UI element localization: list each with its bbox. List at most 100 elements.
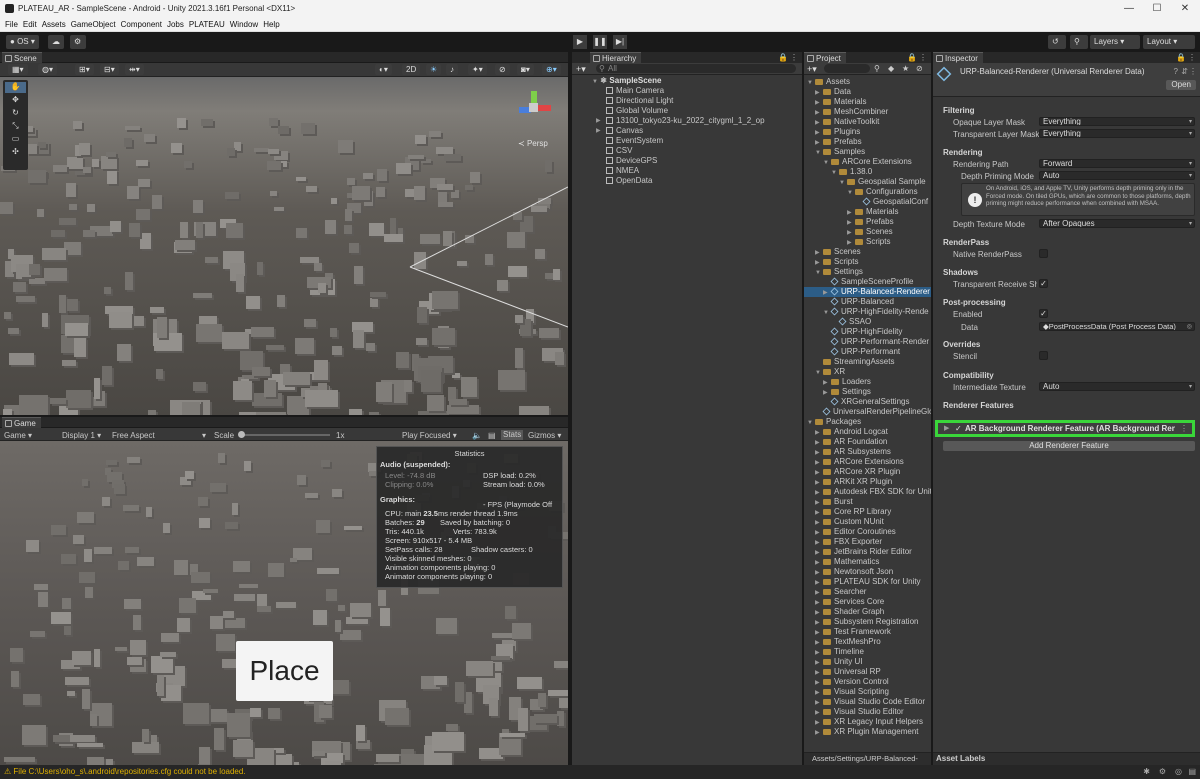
hierarchy-item[interactable]: ▶ Canvas — [596, 126, 643, 136]
help-icon[interactable]: ? — [1174, 67, 1178, 76]
hierarchy-item[interactable]: Main Camera — [606, 86, 664, 96]
project-item[interactable]: ▶ Materials — [804, 97, 931, 107]
rect-tool-icon[interactable]: ▭ — [5, 134, 26, 145]
lighting-icon[interactable]: ☀ — [426, 64, 442, 75]
cache-icon[interactable]: ⚙ — [1159, 765, 1166, 779]
toggle-icon[interactable]: ▤ — [488, 431, 496, 440]
transparent-mask-dropdown[interactable]: Everything ▾ — [1039, 129, 1195, 138]
hierarchy-item[interactable]: DeviceGPS — [606, 156, 657, 166]
project-item[interactable]: ▶ MeshCombiner — [804, 107, 931, 117]
hierarchy-item[interactable]: Global Volume — [606, 106, 668, 116]
lock-icon[interactable]: 🔒 — [907, 53, 917, 62]
effects-icon[interactable]: ✦▾ — [468, 64, 487, 75]
depth-texture-dropdown[interactable]: After Opaques ▾ — [1039, 219, 1195, 228]
bug-icon[interactable]: ✱ — [1143, 765, 1150, 779]
project-item[interactable]: ▶ JetBrains Rider Editor — [804, 547, 931, 557]
project-item[interactable]: ▶ Scripts — [804, 237, 931, 247]
project-item[interactable]: URP-Balanced — [804, 297, 931, 307]
hierarchy-item[interactable]: EventSystem — [606, 136, 663, 146]
filtering-header[interactable]: Filtering — [943, 106, 975, 115]
renderpass-header[interactable]: RenderPass — [943, 238, 989, 247]
hidden-packages-icon[interactable]: ⊘ — [916, 64, 923, 73]
context-menu-icon[interactable]: ⋮ — [1189, 67, 1197, 76]
project-item[interactable]: SampleSceneProfile — [804, 277, 931, 287]
project-item[interactable]: ▶ Subsystem Registration — [804, 617, 931, 627]
project-item[interactable]: ▶ PLATEAU SDK for Unity — [804, 577, 931, 587]
opaque-mask-dropdown[interactable]: Everything ▾ — [1039, 117, 1195, 126]
menu-plateau[interactable]: PLATEAU — [189, 18, 225, 32]
open-button[interactable]: Open — [1166, 80, 1196, 90]
project-search-input[interactable] — [824, 64, 870, 73]
project-item[interactable]: ▼ Configurations — [804, 187, 931, 197]
hierarchy-item[interactable]: ▶ 13100_tokyo23-ku_2022_citygml_1_2_op — [596, 116, 765, 126]
project-item[interactable]: ▶ Loaders — [804, 377, 931, 387]
audio-icon[interactable]: ♪ — [446, 64, 458, 75]
menu-help[interactable]: Help — [263, 18, 279, 32]
gizmos-dropdown[interactable]: Gizmos ▾ — [528, 431, 561, 440]
history-icon[interactable]: ↺ — [1048, 35, 1066, 49]
create-button[interactable]: +▾ — [576, 64, 586, 75]
project-item[interactable]: ▶ Searcher — [804, 587, 931, 597]
layout-dropdown[interactable]: Layout ▾ — [1143, 35, 1195, 49]
project-item[interactable]: ▶ Version Control — [804, 677, 931, 687]
project-item[interactable]: XRGeneralSettings — [804, 397, 931, 407]
project-item[interactable]: ▶ Autodesk FBX SDK for Unity — [804, 487, 931, 497]
project-item[interactable]: ▶ Custom NUnit — [804, 517, 931, 527]
project-item[interactable]: ▶ ARKit XR Plugin — [804, 477, 931, 487]
project-item[interactable]: SSAO — [804, 317, 931, 327]
project-item[interactable]: URP-Performant-Render — [804, 337, 931, 347]
game-view[interactable]: Statistics Audio (suspended): Level: -74… — [0, 441, 568, 765]
step-button[interactable]: ▶| — [613, 35, 627, 49]
menu-jobs[interactable]: Jobs — [167, 18, 184, 32]
rendering-path-dropdown[interactable]: Forward ▾ — [1039, 159, 1195, 168]
scale-tool-icon[interactable]: ⤡ — [5, 121, 26, 132]
project-item[interactable]: ▶ AR Subsystems — [804, 447, 931, 457]
menu-assets[interactable]: Assets — [42, 18, 66, 32]
filter-icon[interactable]: ◆ — [888, 64, 894, 73]
project-item[interactable]: ▶ Unity UI — [804, 657, 931, 667]
project-item[interactable]: ▶ Newtonsoft Json — [804, 567, 931, 577]
project-item[interactable]: ▶ Universal RP — [804, 667, 931, 677]
menu-file[interactable]: File — [5, 18, 18, 32]
lock-icon[interactable]: 🔒 — [1176, 53, 1186, 62]
gizmos-icon[interactable]: ⊕▾ — [542, 64, 561, 75]
create-asset-button[interactable]: +▾ — [807, 64, 817, 75]
native-renderpass-checkbox[interactable] — [1039, 249, 1048, 258]
hierarchy-item[interactable]: Directional Light — [606, 96, 673, 106]
mute-audio-icon[interactable]: 🔈 — [472, 431, 482, 440]
project-item[interactable]: ▶ Settings — [804, 387, 931, 397]
layers-dropdown[interactable]: Layers ▾ — [1090, 35, 1140, 49]
game-mode-dropdown[interactable]: Game ▾ — [4, 431, 32, 440]
stencil-checkbox[interactable] — [1039, 351, 1048, 360]
menu-component[interactable]: Component — [121, 18, 162, 32]
lock-icon[interactable]: 🔒 — [778, 53, 788, 62]
move-tool-icon[interactable]: ✥ — [5, 95, 26, 106]
project-item[interactable]: ▶ Services Core — [804, 597, 931, 607]
project-item[interactable]: ▼ 1.38.0 — [804, 167, 931, 177]
aspect-dropdown[interactable]: Free Aspect ▾ — [112, 431, 208, 440]
project-item[interactable]: ▶ Test Framework — [804, 627, 931, 637]
project-item[interactable]: ▶ Scenes — [804, 227, 931, 237]
project-item[interactable]: ▶ Prefabs — [804, 137, 931, 147]
project-item[interactable]: ▼ Assets — [804, 77, 931, 87]
project-item[interactable]: ▶ Mathematics — [804, 557, 931, 567]
play-button[interactable]: ▶ — [573, 35, 587, 49]
rotate-tool-icon[interactable]: ↻ — [5, 108, 26, 119]
shading-icon[interactable]: ◍▾ — [38, 64, 57, 75]
project-item[interactable]: ▶ ARCore XR Plugin — [804, 467, 931, 477]
render-mode-icon[interactable]: ◐▾ — [375, 64, 392, 75]
project-item[interactable]: ▼ Settings — [804, 267, 931, 277]
project-item[interactable]: ▶ Visual Scripting — [804, 687, 931, 697]
project-item[interactable]: ▶ Visual Studio Editor — [804, 707, 931, 717]
collab-icon[interactable]: ⚙ — [70, 35, 86, 49]
search-by-type-icon[interactable]: ⚲ — [874, 64, 880, 73]
progress-icon[interactable]: ◎ — [1175, 765, 1182, 779]
transparent-shadows-checkbox[interactable]: ✓ — [1039, 279, 1048, 288]
project-item[interactable]: ▼ ARCore Extensions — [804, 157, 931, 167]
project-item[interactable]: URP-HighFidelity — [804, 327, 931, 337]
tab-game[interactable]: Game — [2, 417, 41, 428]
add-renderer-feature-button[interactable]: Add Renderer Feature — [943, 441, 1195, 451]
inspector-menu-icon[interactable]: ⋮ — [1188, 53, 1196, 62]
project-item[interactable]: StreamingAssets — [804, 357, 931, 367]
maximize-button[interactable]: ☐ — [1143, 1, 1171, 16]
